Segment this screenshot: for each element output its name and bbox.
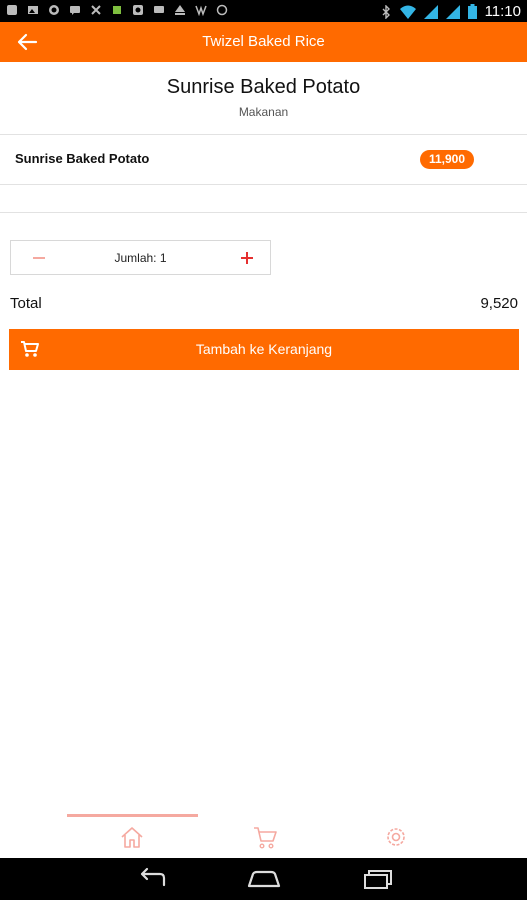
home-icon[interactable] (118, 824, 146, 850)
back-icon[interactable] (134, 866, 170, 892)
product-title: Sunrise Baked Potato (166, 76, 361, 98)
signal-icon (445, 4, 460, 19)
product-category: Makanan (238, 105, 289, 119)
total-value: 9,520 (480, 295, 518, 312)
upload-icon (175, 5, 185, 15)
battery-icon (467, 4, 477, 19)
price-badge: 11,900 (420, 150, 474, 169)
chat-icon (70, 6, 80, 15)
home-button-icon[interactable] (246, 866, 282, 892)
total-label: Total (10, 295, 42, 312)
app-bar: Twizel Baked Rice (0, 22, 527, 62)
quantity-stepper: Jumlah: 1 (10, 240, 271, 275)
add-to-cart-button[interactable]: Tambah ke Keranjang (9, 329, 519, 370)
status-time: 11:10 (484, 3, 521, 20)
active-tab-indicator (67, 814, 198, 817)
divider (0, 134, 527, 135)
wifi-icon (399, 5, 416, 19)
bluetooth-icon (382, 4, 390, 19)
app-bar-title: Twizel Baked Rice (202, 33, 325, 50)
add-to-cart-label: Tambah ke Keranjang (195, 341, 333, 357)
signal-icon (423, 4, 438, 19)
divider (0, 212, 527, 213)
bottom-navigation (0, 814, 527, 858)
recent-apps-icon[interactable] (359, 866, 395, 892)
chat-icon (154, 6, 164, 13)
download-icon (195, 5, 207, 16)
system-status: 11:10 (380, 3, 521, 20)
app-icon (113, 6, 121, 14)
image-icon (28, 6, 38, 14)
cart-icon[interactable] (251, 824, 279, 850)
notification-icon (7, 5, 17, 15)
variant-name[interactable]: Sunrise Baked Potato (15, 151, 149, 166)
whatsapp-icon (49, 5, 59, 15)
notification-icons (6, 4, 228, 16)
increase-quantity-button[interactable] (237, 247, 259, 269)
divider (0, 184, 527, 185)
status-bar: 11:10 (0, 0, 527, 22)
sync-icon (216, 4, 228, 16)
system-navigation-bar (0, 858, 527, 900)
tools-icon (91, 5, 101, 15)
quantity-label: Jumlah: 1 (114, 251, 167, 265)
settings-icon[interactable] (382, 824, 410, 850)
instagram-icon (133, 5, 143, 15)
